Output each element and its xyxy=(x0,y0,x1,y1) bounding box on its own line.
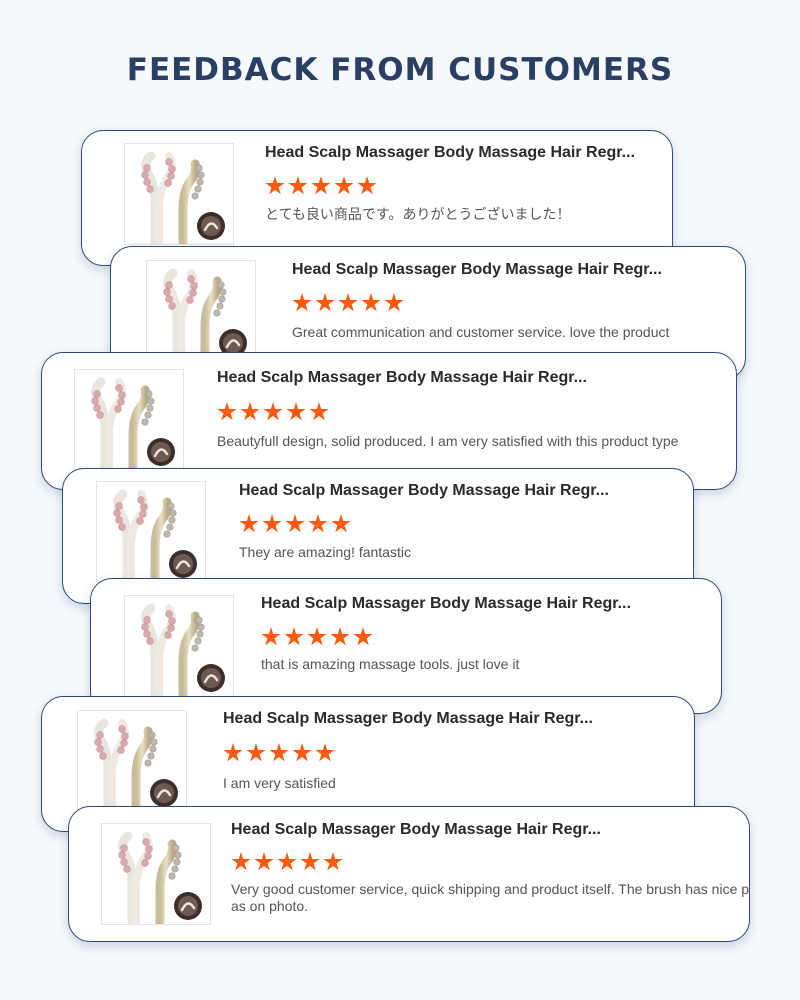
star-icon xyxy=(309,402,329,421)
review-card: Head Scalp Massager Body Massage Hair Re… xyxy=(68,806,750,942)
star-icon xyxy=(261,627,281,646)
star-icon xyxy=(223,743,243,762)
star-icon xyxy=(300,852,320,871)
star-icon xyxy=(263,402,283,421)
star-icon xyxy=(292,743,312,762)
star-icon xyxy=(323,852,343,871)
review-comment: Great communication and customer service… xyxy=(292,324,670,340)
star-icon xyxy=(292,293,312,312)
star-icon xyxy=(311,176,331,195)
star-icon xyxy=(361,293,381,312)
review-comment: I am very satisfied xyxy=(223,775,336,791)
star-icon xyxy=(334,176,354,195)
product-image xyxy=(74,369,184,471)
star-icon xyxy=(239,514,259,533)
star-icon xyxy=(277,852,297,871)
star-icon xyxy=(338,293,358,312)
product-name[interactable]: Head Scalp Massager Body Massage Hair Re… xyxy=(261,595,631,613)
review-comment: とても良い商品です。ありがとうございました！ xyxy=(265,206,571,222)
star-rating xyxy=(231,852,343,872)
scalp-massager-icon xyxy=(91,377,175,470)
review-comment: They are amazing! fantastic xyxy=(239,544,411,560)
star-icon xyxy=(269,743,289,762)
scalp-massager-icon xyxy=(163,268,247,361)
star-rating xyxy=(265,176,377,196)
product-name[interactable]: Head Scalp Massager Body Massage Hair Re… xyxy=(292,261,662,279)
page-title: FEEDBACK FROM CUSTOMERS xyxy=(126,52,674,88)
star-icon xyxy=(353,627,373,646)
scalp-massager-icon xyxy=(94,718,178,811)
product-name[interactable]: Head Scalp Massager Body Massage Hair Re… xyxy=(223,710,593,728)
star-icon xyxy=(285,514,305,533)
review-comment: Beautyfull design, solid produced. I am … xyxy=(217,433,679,449)
product-name[interactable]: Head Scalp Massager Body Massage Hair Re… xyxy=(239,482,609,500)
review-comment: that is amazing massage tools. just love… xyxy=(261,656,520,672)
star-icon xyxy=(288,176,308,195)
product-name[interactable]: Head Scalp Massager Body Massage Hair Re… xyxy=(265,144,635,162)
product-name[interactable]: Head Scalp Massager Body Massage Hair Re… xyxy=(231,821,601,839)
scalp-massager-icon xyxy=(113,489,197,582)
star-icon xyxy=(315,743,335,762)
star-icon xyxy=(331,514,351,533)
review-comment: Very good customer service, quick shippi… xyxy=(231,881,750,914)
star-icon xyxy=(286,402,306,421)
star-rating xyxy=(217,402,329,422)
star-icon xyxy=(284,627,304,646)
star-icon xyxy=(265,176,285,195)
product-image xyxy=(124,143,234,245)
product-name[interactable]: Head Scalp Massager Body Massage Hair Re… xyxy=(217,369,587,387)
star-rating xyxy=(292,293,404,313)
star-icon xyxy=(240,402,260,421)
star-icon xyxy=(246,743,266,762)
product-image xyxy=(101,823,211,925)
scalp-massager-icon xyxy=(141,151,225,244)
star-icon xyxy=(308,514,328,533)
star-icon xyxy=(307,627,327,646)
star-icon xyxy=(357,176,377,195)
star-icon xyxy=(330,627,350,646)
star-icon xyxy=(262,514,282,533)
scalp-massager-icon xyxy=(118,831,202,924)
review-card: Head Scalp Massager Body Massage Hair Re… xyxy=(90,578,722,714)
star-icon xyxy=(217,402,237,421)
star-icon xyxy=(231,852,251,871)
star-icon xyxy=(315,293,335,312)
product-image xyxy=(96,481,206,583)
product-image xyxy=(77,710,187,812)
scalp-massager-icon xyxy=(141,603,225,696)
star-rating xyxy=(261,627,373,647)
product-image xyxy=(124,595,234,697)
star-rating xyxy=(223,743,335,763)
star-icon xyxy=(254,852,274,871)
product-image xyxy=(146,260,256,362)
star-rating xyxy=(239,514,351,534)
star-icon xyxy=(384,293,404,312)
